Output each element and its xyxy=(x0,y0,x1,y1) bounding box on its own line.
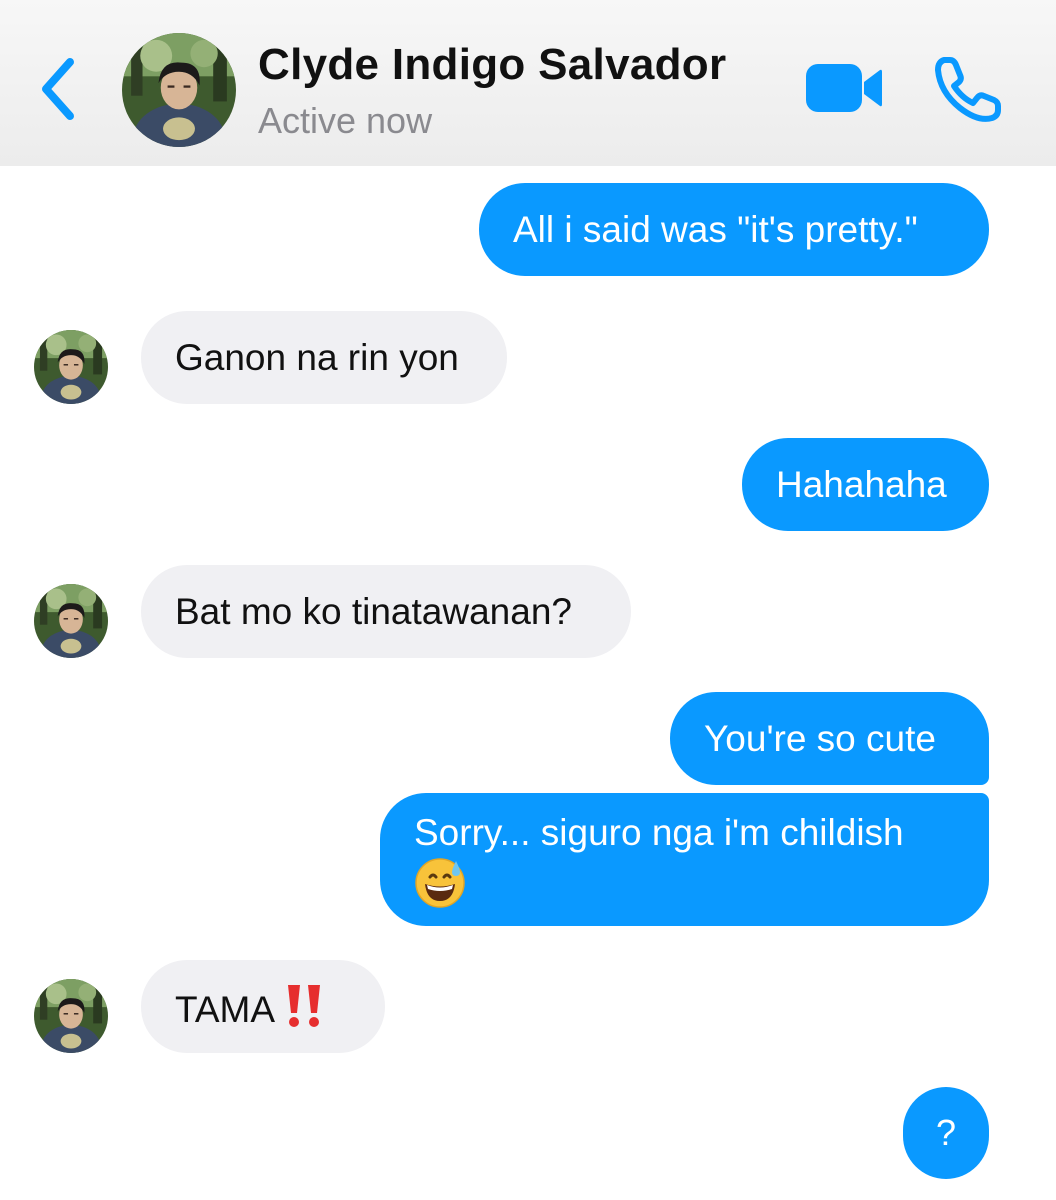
active-status: Active now xyxy=(258,100,433,141)
message-incoming[interactable]: Ganon na rin yon xyxy=(141,311,507,404)
contact-avatar-small[interactable] xyxy=(34,979,108,1053)
video-camera-icon xyxy=(806,64,882,112)
contact-avatar-small[interactable] xyxy=(34,584,108,658)
back-button[interactable] xyxy=(36,54,86,124)
video-call-button[interactable] xyxy=(800,56,886,120)
message-outgoing[interactable]: Hahahaha xyxy=(742,438,989,531)
chevron-left-icon xyxy=(42,58,74,120)
message-text: Sorry... siguro nga i'm childish xyxy=(414,812,904,853)
grinning-sweat-emoji xyxy=(414,857,466,921)
message-outgoing[interactable]: All i said was "it's pretty." xyxy=(479,183,989,276)
message-text: TAMA xyxy=(175,988,273,1030)
contact-avatar[interactable] xyxy=(122,33,236,147)
contact-avatar-small[interactable] xyxy=(34,330,108,404)
message-text: All i said was "it's pretty." xyxy=(513,209,918,250)
message-outgoing[interactable]: You're so cute xyxy=(670,692,989,785)
help-button[interactable]: ? xyxy=(903,1087,989,1179)
help-button-label: ? xyxy=(935,1112,957,1153)
message-text: Ganon na rin yon xyxy=(175,337,459,378)
message-text: You're so cute xyxy=(704,718,936,759)
double-exclamation-emoji xyxy=(283,983,325,1041)
message-incoming[interactable]: TAMA xyxy=(141,960,385,1053)
voice-call-button[interactable] xyxy=(930,52,1004,126)
message-text: Hahahaha xyxy=(776,464,947,505)
message-incoming[interactable]: Bat mo ko tinatawanan? xyxy=(141,565,631,658)
contact-name[interactable]: Clyde Indigo Salvador xyxy=(258,40,726,90)
chat-header: Clyde Indigo Salvador Active now xyxy=(0,0,1056,166)
phone-icon xyxy=(935,57,1001,122)
message-outgoing[interactable]: Sorry... siguro nga i'm childish xyxy=(380,793,989,926)
message-text: Bat mo ko tinatawanan? xyxy=(175,591,572,632)
